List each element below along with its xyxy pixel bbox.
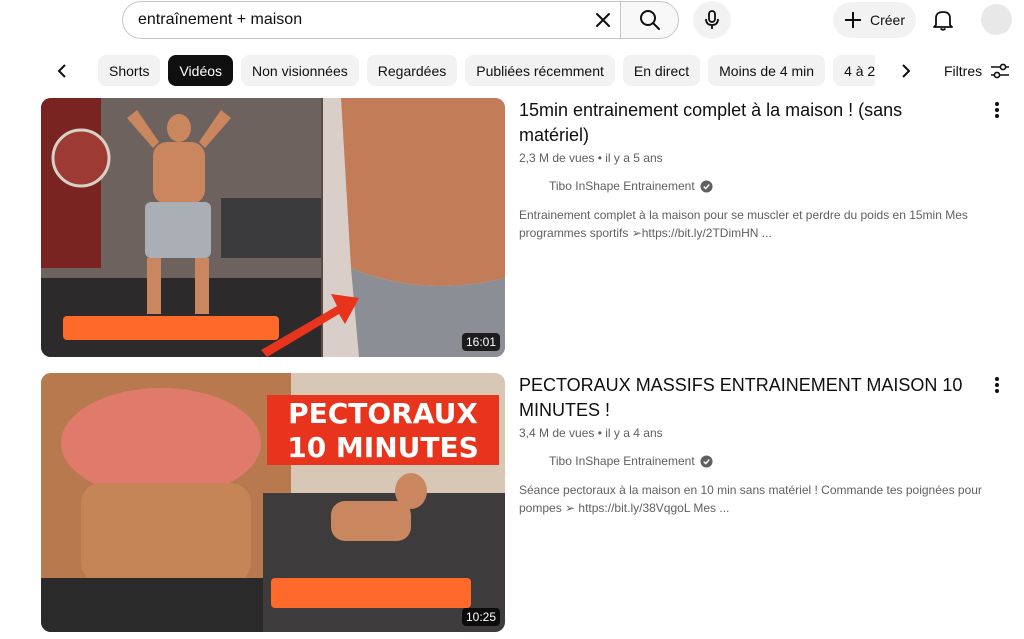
channel-row[interactable]: Tibo InShape Entrainement	[549, 454, 969, 468]
thumbnail-text-line-2: 10 MINUTES	[287, 431, 479, 464]
more-actions-button[interactable]	[985, 373, 1009, 397]
microphone-icon	[705, 10, 719, 29]
filter-chips-row: Shorts Vidéos Non visionnées Regardées P…	[0, 55, 1024, 87]
search-box[interactable]: entraînement + maison	[122, 1, 620, 39]
thumbnail-image	[41, 98, 505, 357]
video-info: PECTORAUX MASSIFS ENTRAINEMENT MAISON 10…	[519, 373, 982, 517]
chip-4-to-20-min[interactable]: 4 à 20 min	[833, 55, 875, 86]
meta-separator: •	[597, 151, 602, 165]
upload-age: il y a 4 ans	[605, 426, 663, 440]
account-avatar[interactable]	[981, 4, 1012, 35]
video-meta: 3,4 M de vues • il y a 4 ans	[519, 426, 969, 440]
voice-search-button[interactable]	[693, 1, 731, 39]
sliders-icon	[991, 63, 1010, 79]
upload-age: il y a 5 ans	[605, 151, 663, 165]
channel-name[interactable]: Tibo InShape Entrainement	[549, 454, 695, 468]
clear-search-button[interactable]	[588, 5, 618, 35]
search-input[interactable]: entraînement + maison	[138, 11, 588, 29]
video-info: 15min entrainement complet à la maison !…	[519, 98, 969, 242]
video-title[interactable]: 15min entrainement complet à la maison !…	[519, 98, 969, 148]
view-count: 3,4 M de vues	[519, 426, 595, 440]
close-icon	[596, 13, 610, 27]
chip-videos[interactable]: Vidéos	[168, 55, 234, 86]
video-duration: 16:01	[461, 333, 500, 351]
chevron-left-icon	[57, 64, 66, 78]
video-description: Entrainement complet à la maison pour se…	[519, 208, 968, 240]
channel-name[interactable]: Tibo InShape Entrainement	[549, 179, 695, 193]
channel-row[interactable]: Tibo InShape Entrainement	[549, 179, 969, 193]
chip-under-4-min[interactable]: Moins de 4 min	[708, 55, 826, 86]
chips-previous-button[interactable]	[46, 55, 78, 87]
meta-separator: •	[597, 426, 602, 440]
video-duration: 10:25	[461, 608, 500, 626]
search-icon	[639, 10, 660, 30]
thumbnail-text-line-1: PECTORAUX	[288, 397, 478, 430]
video-thumbnail[interactable]: 16:01	[41, 98, 505, 357]
chip-live[interactable]: En direct	[622, 55, 701, 86]
video-thumbnail[interactable]: PECTORAUX 10 MINUTES 10:25	[41, 373, 505, 632]
verified-icon	[700, 179, 713, 193]
filters-button[interactable]: Filtres	[944, 55, 1010, 87]
video-result: PECTORAUX 10 MINUTES 10:25 PECTORAUX MAS…	[41, 373, 1011, 632]
chip-unwatched[interactable]: Non visionnées	[241, 55, 359, 86]
more-vert-icon	[995, 377, 999, 393]
video-meta: 2,3 M de vues • il y a 5 ans	[519, 151, 969, 165]
chips-next-button[interactable]	[890, 55, 922, 87]
chips-list: Shorts Vidéos Non visionnées Regardées P…	[98, 55, 875, 87]
video-description: Séance pectoraux à la maison en 10 min s…	[519, 483, 982, 515]
notifications-button[interactable]	[926, 2, 960, 38]
more-vert-icon	[995, 102, 999, 118]
verified-icon	[700, 454, 713, 468]
plus-icon	[845, 12, 861, 28]
video-title[interactable]: PECTORAUX MASSIFS ENTRAINEMENT MAISON 10…	[519, 373, 969, 423]
chevron-right-icon	[902, 64, 911, 78]
top-bar: entraînement + maison Créer	[0, 0, 1024, 44]
thumbnail-image: PECTORAUX 10 MINUTES	[41, 373, 505, 632]
create-button[interactable]: Créer	[833, 2, 916, 38]
view-count: 2,3 M de vues	[519, 151, 595, 165]
chip-shorts[interactable]: Shorts	[98, 55, 161, 86]
bell-icon	[933, 11, 953, 31]
filters-label: Filtres	[944, 63, 983, 79]
search-button[interactable]	[620, 1, 679, 39]
create-label: Créer	[870, 12, 906, 28]
more-actions-button[interactable]	[985, 98, 1009, 122]
video-result: 16:01 15min entrainement complet à la ma…	[41, 98, 1011, 357]
chip-watched[interactable]: Regardées	[366, 55, 458, 86]
chip-recently-published[interactable]: Publiées récemment	[465, 55, 615, 86]
